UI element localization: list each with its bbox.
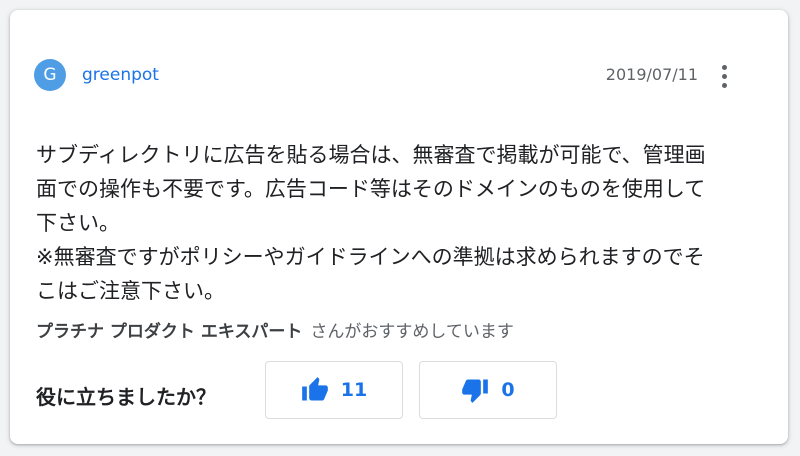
thumb-up-button[interactable]: 11 xyxy=(265,361,403,419)
answer-card: G greenpot 2019/07/11 サブディレクトリに広告を貼る場合は、… xyxy=(10,10,788,444)
thumb-down-count: 0 xyxy=(501,379,515,401)
menu-dot xyxy=(721,73,727,79)
more-vert-icon[interactable] xyxy=(712,60,736,92)
author-name-link[interactable]: greenpot xyxy=(82,65,159,85)
thumb-down-button[interactable]: 0 xyxy=(419,361,557,419)
answer-body: サブディレクトリに広告を貼る場合は、無審査で掲載が可能で、管理画 面での操作も不… xyxy=(36,143,706,303)
expert-badge[interactable]: プラチナ プロダクト エキスパート xyxy=(36,322,302,342)
menu-dot xyxy=(721,82,727,88)
avatar[interactable]: G xyxy=(34,59,66,91)
menu-dot xyxy=(721,64,727,70)
answer-header: G greenpot 2019/07/11 xyxy=(34,59,732,91)
recommendation-suffix: さんがおすすめしています xyxy=(310,322,514,342)
thumb-up-count: 11 xyxy=(340,379,368,401)
post-date: 2019/07/11 xyxy=(605,65,698,84)
recommendation-line: プラチナ プロダクト エキスパート さんがおすすめしています xyxy=(36,317,514,342)
thumb-down-icon xyxy=(462,379,489,403)
helpful-question: 役に立ちましたか？ xyxy=(36,385,216,409)
thumb-up-icon xyxy=(301,377,328,401)
